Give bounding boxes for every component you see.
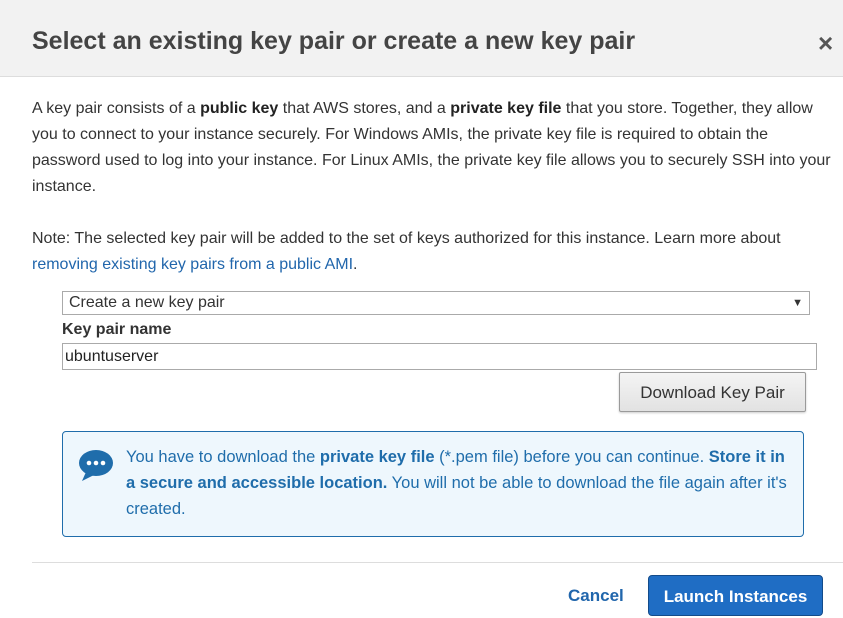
- launch-instances-button[interactable]: Launch Instances: [648, 575, 823, 616]
- dialog-header: Select an existing key pair or create a …: [0, 0, 843, 77]
- select-value: Create a new key pair: [69, 294, 225, 311]
- close-icon[interactable]: ×: [818, 29, 842, 57]
- dropdown-arrow-icon: ▼: [792, 297, 803, 309]
- footer-divider: [32, 562, 843, 563]
- note-text-end: .: [353, 256, 358, 273]
- info-message: You have to download the private key fil…: [126, 444, 798, 522]
- note-text: Note: The selected key pair will be adde…: [32, 226, 838, 278]
- description-text: A key pair consists of a: [32, 100, 201, 117]
- removing-key-pairs-link[interactable]: removing existing key pairs from a publi…: [32, 256, 353, 273]
- description-bold-private-key-file: private key file: [450, 100, 562, 117]
- dialog-title: Select an existing key pair or create a …: [32, 27, 636, 55]
- description-text: that AWS stores, and a: [278, 100, 451, 117]
- description-bold-public-key: public key: [200, 100, 279, 117]
- download-key-pair-button[interactable]: Download Key Pair: [619, 372, 806, 412]
- note-text-start: Note: The selected key pair will be adde…: [32, 230, 781, 247]
- info-bold-private-key-file: private key file: [319, 448, 435, 466]
- key-pair-name-label: Key pair name: [62, 321, 172, 338]
- info-text: (*.pem file) before you can continue.: [434, 448, 709, 466]
- key-pair-description: A key pair consists of a public key that…: [32, 96, 838, 200]
- key-pair-dialog: Select an existing key pair or create a …: [0, 0, 843, 618]
- chat-bubble-icon: [79, 450, 113, 481]
- info-alert: You have to download the private key fil…: [62, 431, 804, 537]
- cancel-button[interactable]: Cancel: [568, 583, 624, 609]
- key-pair-name-input[interactable]: [62, 343, 817, 370]
- key-pair-action-select[interactable]: Create a new key pair ▼: [62, 291, 810, 315]
- info-text: You have to download the: [126, 448, 320, 466]
